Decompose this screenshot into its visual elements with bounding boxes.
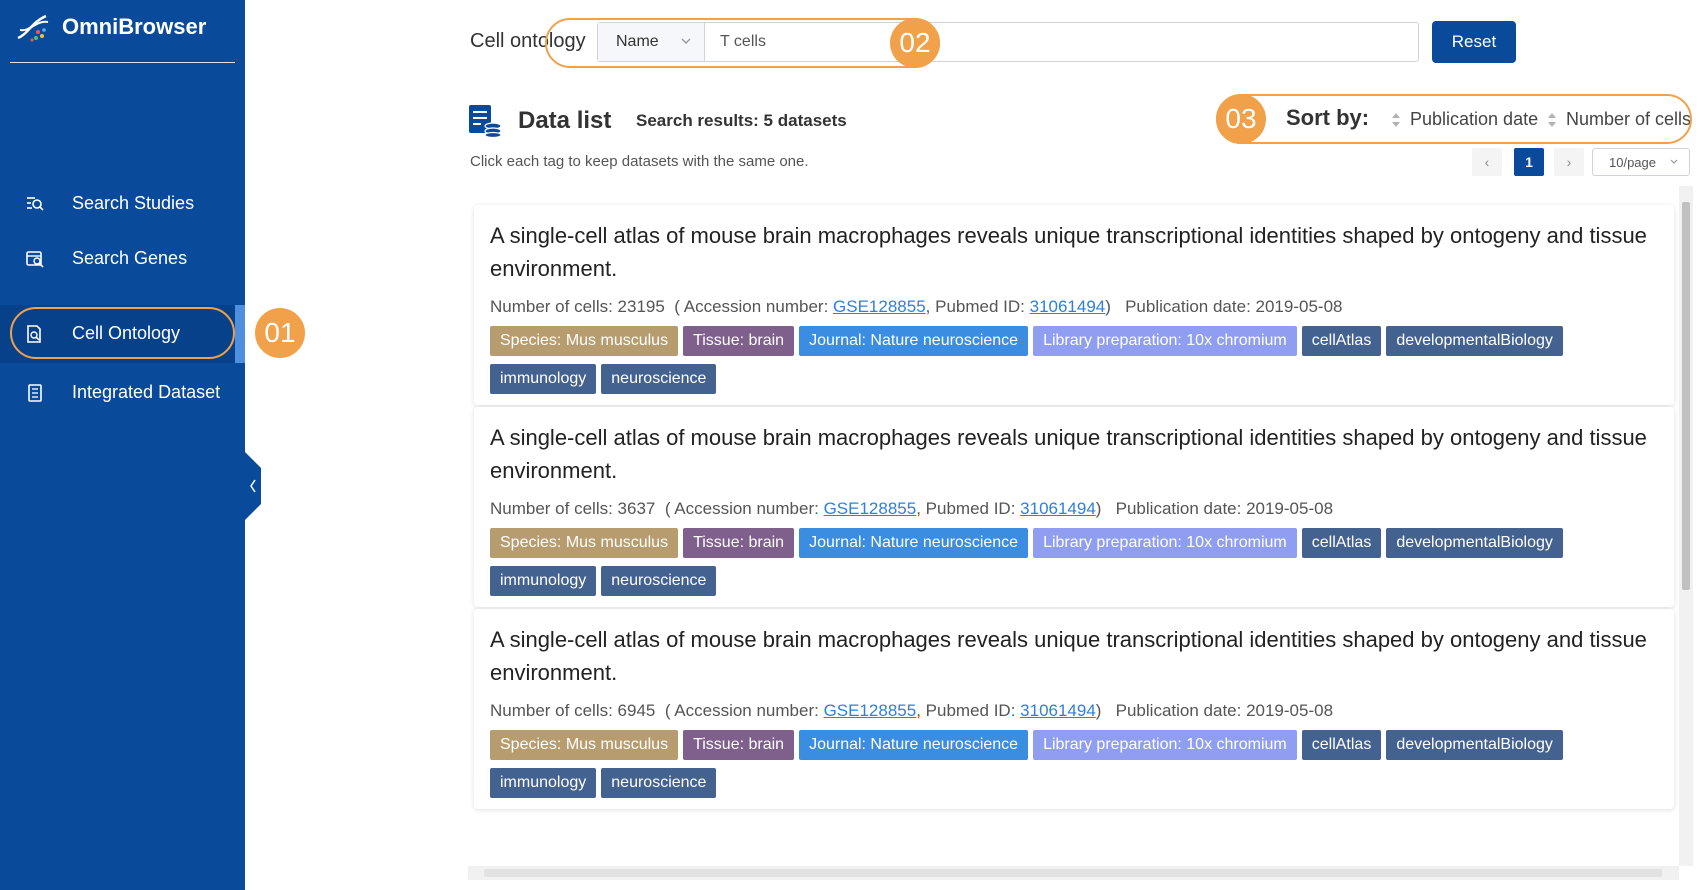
active-indicator: [235, 305, 245, 363]
pubmed-label: , Pubmed ID:: [925, 297, 1030, 316]
publication-date: Publication date: 2019-05-08: [1115, 701, 1334, 720]
data-list-icon: [469, 105, 502, 138]
tag-chip[interactable]: Library preparation: 10x chromium: [1033, 730, 1297, 760]
cell-count: Number of cells: 23195: [490, 297, 665, 316]
cell-count: Number of cells: 3637: [490, 499, 656, 518]
publication-date: Publication date: 2019-05-08: [1125, 297, 1343, 316]
sidebar-item-search-studies[interactable]: Search Studies: [0, 175, 245, 233]
tag-chip[interactable]: Journal: Nature neuroscience: [799, 326, 1029, 356]
brand[interactable]: OmniBrowser: [14, 10, 206, 44]
sidebar-item-integrated-dataset[interactable]: Integrated Dataset: [0, 364, 245, 422]
tag-chip[interactable]: Species: Mus musculus: [490, 326, 679, 356]
page-size-select[interactable]: 10/page: [1592, 148, 1690, 176]
accession-link[interactable]: GSE128855: [833, 297, 926, 316]
tag-chip[interactable]: cellAtlas: [1301, 528, 1382, 558]
tag-chip[interactable]: neuroscience: [601, 566, 717, 596]
dataset-title[interactable]: A single-cell atlas of mouse brain macro…: [490, 421, 1660, 487]
dataset-card[interactable]: A single-cell atlas of mouse brain macro…: [474, 609, 1674, 809]
accession-label: ( Accession number:: [664, 701, 824, 720]
publication-date: Publication date: 2019-05-08: [1115, 499, 1334, 518]
dataset-card[interactable]: A single-cell atlas of mouse brain macro…: [474, 205, 1674, 405]
tag-chip[interactable]: developmentalBiology: [1386, 730, 1563, 760]
scrollbar-thumb[interactable]: [484, 869, 1662, 877]
scrollbar-thumb[interactable]: [1682, 202, 1690, 590]
dataset-meta: Number of cells: 3637 ( Accession number…: [490, 499, 1334, 518]
app-root: OmniBrowser Search Studies Search Genes: [0, 0, 1700, 890]
search-list-icon: [27, 197, 44, 211]
document-list-icon: [28, 384, 42, 402]
page-1-button[interactable]: 1: [1514, 148, 1544, 176]
sidebar-item-search-genes[interactable]: Search Genes: [0, 230, 245, 288]
callout-badge-01: 01: [255, 308, 305, 358]
dna-logo-icon: [17, 14, 49, 42]
pubmed-label: , Pubmed ID:: [916, 499, 1021, 518]
tag-chip[interactable]: immunology: [490, 768, 597, 798]
tag-list: Species: Mus musculus Tissue: brain Journa…: [490, 528, 1670, 604]
dataset-list: A single-cell atlas of mouse brain macro…: [468, 200, 1680, 865]
tag-chip[interactable]: cellAtlas: [1301, 326, 1382, 356]
tag-list: Species: Mus musculus Tissue: brain Journa…: [490, 326, 1670, 402]
callout-ring-03: [1216, 94, 1692, 144]
dataset-meta: Number of cells: 23195 ( Accession numbe…: [490, 297, 1343, 316]
dataset-title[interactable]: A single-cell atlas of mouse brain macro…: [490, 623, 1660, 689]
tag-hint: Click each tag to keep datasets with the…: [470, 153, 809, 170]
reset-button[interactable]: Reset: [1432, 21, 1516, 63]
accession-link[interactable]: GSE128855: [824, 499, 917, 518]
accession-link[interactable]: GSE128855: [824, 701, 917, 720]
tag-chip[interactable]: developmentalBiology: [1386, 326, 1563, 356]
tag-chip[interactable]: immunology: [490, 364, 597, 394]
search-doc-icon: [26, 251, 44, 268]
callout-badge-03: 03: [1216, 94, 1266, 144]
tag-list: Species: Mus musculus Tissue: brain Journa…: [490, 730, 1670, 806]
sidebar-item-label: Search Studies: [72, 193, 195, 213]
tag-chip[interactable]: neuroscience: [601, 768, 717, 798]
callout-badge-02: 02: [890, 18, 940, 68]
tag-chip[interactable]: Tissue: brain: [683, 528, 795, 558]
tag-chip[interactable]: Tissue: brain: [683, 326, 795, 356]
tag-chip[interactable]: Library preparation: 10x chromium: [1033, 326, 1297, 356]
search-results-count: Search results: 5 datasets: [636, 111, 847, 130]
dataset-meta: Number of cells: 6945 ( Accession number…: [490, 701, 1334, 720]
horizontal-scrollbar[interactable]: [468, 866, 1679, 880]
prev-page-button[interactable]: ‹: [1472, 148, 1502, 176]
data-list-title: Data list: [518, 107, 612, 134]
tag-chip[interactable]: immunology: [490, 566, 597, 596]
accession-label: ( Accession number:: [664, 499, 824, 518]
tag-chip[interactable]: cellAtlas: [1301, 730, 1382, 760]
pubmed-link[interactable]: 31061494: [1020, 701, 1096, 720]
vertical-scrollbar[interactable]: [1679, 186, 1693, 866]
callout-ring-02: [545, 18, 940, 68]
sidebar-item-label: Search Genes: [72, 248, 188, 268]
pubmed-link[interactable]: 31061494: [1030, 297, 1106, 316]
tag-chip[interactable]: neuroscience: [601, 364, 717, 394]
brand-divider: [10, 62, 235, 63]
tag-chip[interactable]: Species: Mus musculus: [490, 528, 679, 558]
callout-ring-01: [10, 307, 235, 359]
cell-count: Number of cells: 6945: [490, 701, 656, 720]
chevron-down-icon: [1670, 159, 1678, 164]
sidebar-collapse-toggle[interactable]: [245, 452, 261, 520]
tag-chip[interactable]: Journal: Nature neuroscience: [799, 528, 1029, 558]
tag-chip[interactable]: Library preparation: 10x chromium: [1033, 528, 1297, 558]
pubmed-label: , Pubmed ID:: [916, 701, 1021, 720]
accession-label: ( Accession number:: [674, 297, 834, 316]
page-size-value: 10/page: [1609, 155, 1656, 170]
sidebar: OmniBrowser Search Studies Search Genes: [0, 0, 245, 890]
tag-chip[interactable]: developmentalBiology: [1386, 528, 1563, 558]
tag-chip[interactable]: Tissue: brain: [683, 730, 795, 760]
sidebar-item-label: Integrated Dataset: [72, 382, 221, 402]
dataset-card[interactable]: A single-cell atlas of mouse brain macro…: [474, 407, 1674, 607]
dataset-title[interactable]: A single-cell atlas of mouse brain macro…: [490, 219, 1660, 285]
app-name: OmniBrowser: [62, 14, 207, 39]
pubmed-link[interactable]: 31061494: [1020, 499, 1096, 518]
next-page-button[interactable]: ›: [1554, 148, 1584, 176]
tag-chip[interactable]: Journal: Nature neuroscience: [799, 730, 1029, 760]
tag-chip[interactable]: Species: Mus musculus: [490, 730, 679, 760]
